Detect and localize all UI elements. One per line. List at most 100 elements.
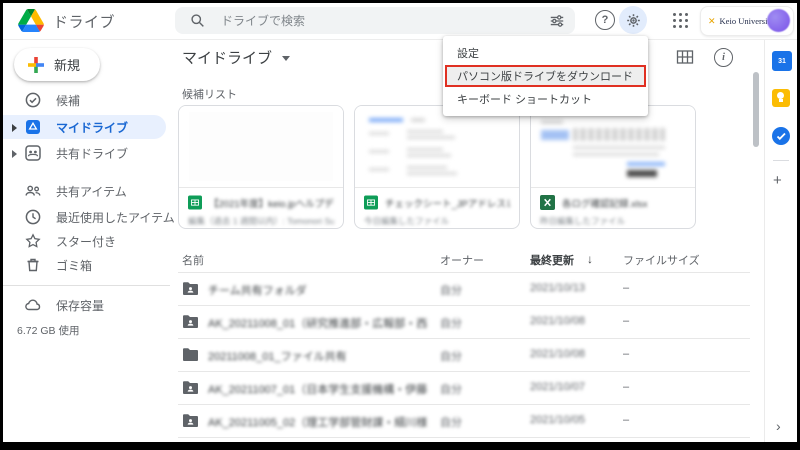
sidebar-divider: [3, 285, 170, 286]
expand-caret-icon[interactable]: [12, 150, 17, 158]
calendar-icon[interactable]: 31: [772, 51, 792, 71]
google-apps-grid-icon[interactable]: [671, 11, 689, 29]
file-name: AK_20211007_01（日本学生支援機構・伊藤様）: [208, 381, 428, 397]
file-owner: 自分: [440, 348, 462, 364]
file-modified: 2021/10/08: [530, 315, 585, 327]
help-icon[interactable]: ?: [595, 10, 615, 30]
menu-item-download-drive-for-desktop[interactable]: パソコン版ドライブをダウンロード: [445, 65, 646, 87]
user-avatar[interactable]: [767, 9, 790, 32]
suggestion-cards: 【2021年度】keio.jpヘルプデスク… 編集（過去 1 週間以内）: To…: [178, 105, 696, 229]
sidebar: 新規 候補 マイドライブ 共有ドライブ: [3, 40, 170, 442]
sidebar-item-label: 共有ドライブ: [56, 145, 128, 162]
my-drive-breadcrumb[interactable]: マイドライブ: [182, 47, 290, 68]
sort-descending-icon[interactable]: ↓: [587, 252, 593, 266]
card-subtitle: 今日編集したファイル: [364, 215, 510, 227]
suggestion-card[interactable]: 各ログ確認記録.xlsx 昨日編集したファイル: [530, 105, 696, 229]
keio-university-logo-icon: ✕: [708, 16, 716, 27]
drive-logo-icon[interactable]: [18, 9, 44, 32]
vertical-scrollbar[interactable]: [753, 72, 759, 147]
file-size: –: [623, 414, 629, 426]
table-row[interactable]: 20211008_01_ファイル共有 自分 2021/10/08 –: [178, 338, 750, 371]
header-size[interactable]: ファイルサイズ: [623, 252, 700, 268]
menu-item-settings[interactable]: 設定: [443, 42, 648, 64]
file-thumbnail: [179, 106, 343, 188]
search-input[interactable]: [219, 9, 503, 33]
sheets-file-icon: [364, 195, 378, 210]
file-modified: 2021/10/05: [530, 414, 585, 426]
cloud-storage-icon: [24, 296, 42, 314]
account-badge[interactable]: ✕ Keio University: [700, 6, 794, 36]
file-owner: 自分: [440, 315, 462, 331]
file-size: –: [623, 381, 629, 393]
suggestion-card[interactable]: チェックシート_JPアドレスレビ… 今日編集したファイル: [354, 105, 520, 229]
tasks-icon[interactable]: [772, 127, 790, 145]
excel-file-icon: [540, 195, 555, 210]
file-name: チーム共有フォルダ: [208, 282, 307, 298]
search-bar[interactable]: [175, 7, 575, 34]
trash-icon: [24, 256, 42, 274]
sidebar-item-trash[interactable]: ゴミ箱: [3, 253, 166, 277]
menu-item-keyboard-shortcuts[interactable]: キーボード ショートカット: [443, 88, 648, 110]
settings-gear-button[interactable]: [619, 6, 647, 34]
folder-icon: [182, 347, 199, 362]
side-panel-divider: [773, 160, 789, 161]
header-name[interactable]: 名前: [182, 252, 204, 268]
shared-folder-icon: [182, 314, 199, 329]
page-title: マイドライブ: [182, 47, 272, 68]
top-bar: ドライブ ?: [3, 3, 797, 40]
card-subtitle: 昨日編集したファイル: [540, 215, 686, 227]
search-icon: [190, 13, 205, 28]
new-button[interactable]: 新規: [14, 48, 100, 81]
storage-used-label: 6.72 GB 使用: [17, 323, 79, 338]
file-thumbnail: [531, 106, 695, 188]
my-drive-icon: [24, 118, 42, 136]
file-name: AK_20211005_02（理工学部管財課・細川様）: [208, 414, 428, 430]
sidebar-item-priority[interactable]: 候補: [3, 88, 166, 112]
info-icon[interactable]: i: [714, 48, 733, 67]
file-list-header: 名前 オーナー 最終更新 ↓ ファイルサイズ: [178, 246, 750, 272]
sidebar-item-label: 共有アイテム: [56, 183, 127, 200]
sidebar-item-shared-with-me[interactable]: 共有アイテム: [3, 179, 166, 203]
sidebar-item-label: ゴミ箱: [56, 257, 92, 274]
shared-folder-icon: [182, 413, 199, 428]
priority-icon: [24, 91, 42, 109]
account-org-label: Keio University: [720, 16, 775, 26]
header-modified[interactable]: 最終更新: [530, 252, 574, 268]
calendar-day-label: 31: [778, 58, 786, 65]
file-size: –: [623, 348, 629, 360]
sidebar-item-label: 最近使用したアイテム: [56, 209, 175, 226]
shared-drives-icon: [24, 144, 42, 162]
gear-icon: [625, 12, 642, 29]
sidebar-item-starred[interactable]: スター付き: [3, 229, 166, 253]
file-owner: 自分: [440, 381, 462, 397]
plus-multicolor-icon: [27, 56, 45, 74]
card-title: 【2021年度】keio.jpヘルプデスク…: [209, 196, 334, 210]
sidebar-item-storage[interactable]: 保存容量: [3, 293, 166, 317]
shared-folder-icon: [182, 281, 199, 296]
table-row[interactable]: AK_20211008_01（研究推進部・広報部・西様） 自分 2021/10/…: [178, 305, 750, 338]
keep-icon[interactable]: [772, 89, 790, 107]
expand-caret-icon[interactable]: [12, 124, 17, 132]
table-row[interactable]: AK_20211005_02（理工学部管財課・細川様） 自分 2021/10/0…: [178, 404, 750, 437]
table-row[interactable]: AK_20211007_01（日本学生支援機構・伊藤様） 自分 2021/10/…: [178, 371, 750, 404]
sidebar-item-my-drive[interactable]: マイドライブ: [3, 115, 166, 139]
sidebar-item-shared-drives[interactable]: 共有ドライブ: [3, 141, 166, 165]
sidebar-item-label: マイドライブ: [56, 119, 128, 136]
header-owner[interactable]: オーナー: [440, 252, 484, 268]
table-row[interactable]: チーム共有フォルダ 自分 2021/10/13 –: [178, 272, 750, 305]
file-thumbnail: [355, 106, 519, 188]
sidebar-item-recent[interactable]: 最近使用したアイテム: [3, 205, 166, 229]
get-add-ons-button[interactable]: +: [773, 172, 782, 189]
google-drive-app: ドライブ ?: [3, 3, 797, 442]
screenshot-frame: ドライブ ?: [0, 0, 800, 450]
grid-view-toggle-icon[interactable]: [676, 49, 694, 65]
card-title: 各ログ確認記録.xlsx: [562, 196, 648, 210]
chevron-down-icon: [282, 56, 290, 61]
file-size: –: [623, 282, 629, 294]
suggestion-card[interactable]: 【2021年度】keio.jpヘルプデスク… 編集（過去 1 週間以内）: To…: [178, 105, 344, 229]
table-row[interactable]: AK_20211005_01（学生部広報課・八木様） 自分 2021/10/05…: [178, 437, 750, 442]
side-panel-collapse-chevron[interactable]: ›: [776, 418, 781, 434]
search-options-tune-icon[interactable]: [549, 13, 565, 29]
file-size: –: [623, 315, 629, 327]
app-title: ドライブ: [53, 11, 115, 32]
